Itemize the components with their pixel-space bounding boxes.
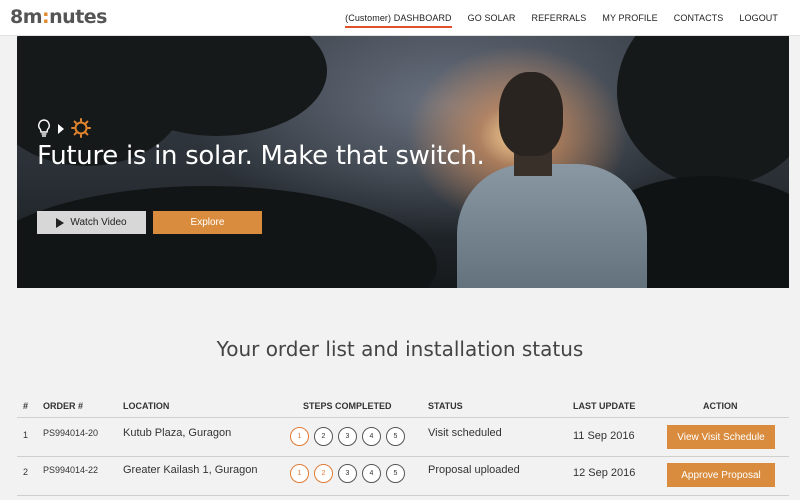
order-status: Proposal uploaded bbox=[428, 464, 520, 476]
table-row: 2 PS994014-22 Greater Kailash 1, Guragon… bbox=[17, 457, 789, 496]
order-location: Greater Kailash 1, Guragon bbox=[123, 464, 258, 476]
order-last-update: 11 Sep 2016 bbox=[573, 430, 635, 442]
tree-silhouette bbox=[617, 36, 789, 186]
person-head bbox=[499, 72, 563, 156]
arrow-right-icon bbox=[57, 122, 65, 140]
step-circle: 3 bbox=[338, 427, 357, 446]
hero-banner: Future is in solar. Make that switch. Wa… bbox=[17, 36, 789, 288]
step-circle: 5 bbox=[386, 427, 405, 446]
steps-progress: 1 2 3 4 5 bbox=[290, 427, 405, 446]
row-number: 1 bbox=[23, 430, 29, 440]
order-last-update: 12 Sep 2016 bbox=[573, 467, 636, 479]
column-header-num: # bbox=[23, 401, 29, 411]
step-circle: 2 bbox=[314, 427, 333, 446]
nav-go-solar[interactable]: GO SOLAR bbox=[468, 13, 516, 28]
logo-text-rest: nutes bbox=[49, 6, 107, 28]
orders-table-header: # ORDER # LOCATION STEPS COMPLETED STATU… bbox=[17, 396, 789, 418]
order-location: Kutub Plaza, Guragon bbox=[123, 427, 232, 439]
watch-video-button[interactable]: Watch Video bbox=[37, 211, 146, 234]
explore-button[interactable]: Explore bbox=[153, 211, 262, 234]
logo[interactable]: 8m:nutes bbox=[10, 6, 107, 28]
steps-progress: 1 2 3 4 5 bbox=[290, 464, 405, 483]
table-row: 1 PS994014-20 Kutub Plaza, Guragon 1 2 3… bbox=[17, 418, 789, 457]
step-circle: 4 bbox=[362, 427, 381, 446]
hero-title: Future is in solar. Make that switch. bbox=[37, 141, 485, 171]
row-number: 2 bbox=[23, 467, 29, 477]
column-header-status: STATUS bbox=[428, 401, 463, 411]
step-circle: 4 bbox=[362, 464, 381, 483]
top-navbar: 8m:nutes (Customer) DASHBOARD GO SOLAR R… bbox=[0, 0, 800, 36]
person-figure bbox=[457, 164, 647, 288]
column-header-action: ACTION bbox=[703, 401, 738, 411]
watch-video-label: Watch Video bbox=[70, 217, 127, 228]
order-status: Visit scheduled bbox=[428, 427, 502, 439]
play-icon bbox=[56, 217, 65, 228]
nav-contacts[interactable]: CONTACTS bbox=[674, 13, 724, 28]
nav-referrals[interactable]: REFERRALS bbox=[531, 13, 586, 28]
column-header-order: ORDER # bbox=[43, 401, 84, 411]
main-nav: (Customer) DASHBOARD GO SOLAR REFERRALS … bbox=[345, 13, 778, 28]
column-header-location: LOCATION bbox=[123, 401, 170, 411]
approve-proposal-button[interactable]: Approve Proposal bbox=[667, 463, 775, 487]
step-circle: 1 bbox=[290, 464, 309, 483]
order-number: PS994014-20 bbox=[43, 428, 99, 438]
column-header-last-update: LAST UPDATE bbox=[573, 401, 636, 411]
step-circle: 5 bbox=[386, 464, 405, 483]
sun-icon bbox=[71, 118, 91, 143]
column-header-steps: STEPS COMPLETED bbox=[303, 401, 392, 411]
orders-section-title: Your order list and installation status bbox=[216, 337, 584, 361]
tree-silhouette bbox=[17, 186, 437, 288]
nav-logout[interactable]: LOGOUT bbox=[739, 13, 778, 28]
order-number: PS994014-22 bbox=[43, 465, 99, 475]
step-circle: 1 bbox=[290, 427, 309, 446]
step-circle: 3 bbox=[338, 464, 357, 483]
logo-text-main: 8m bbox=[10, 6, 43, 28]
lightbulb-icon bbox=[37, 119, 51, 142]
nav-my-profile[interactable]: MY PROFILE bbox=[602, 13, 657, 28]
view-visit-schedule-button[interactable]: View Visit Schedule bbox=[667, 425, 775, 449]
nav-dashboard[interactable]: (Customer) DASHBOARD bbox=[345, 13, 452, 28]
hero-icon-row bbox=[37, 118, 91, 143]
step-circle: 2 bbox=[314, 464, 333, 483]
